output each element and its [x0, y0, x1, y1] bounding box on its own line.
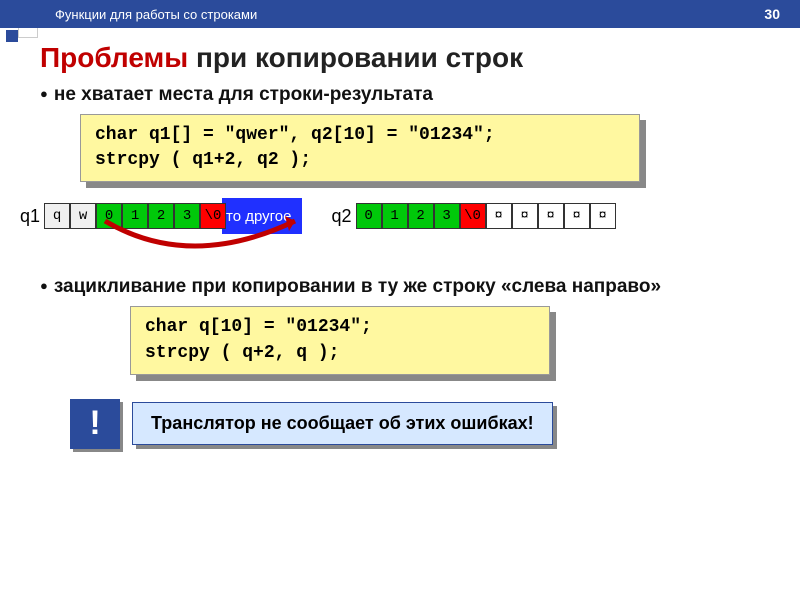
warning-badge: ! — [70, 399, 120, 449]
memory-cell: q — [44, 203, 70, 229]
code-text-1: char q1[] = "qwer", q2[10] = "01234"; st… — [80, 114, 640, 182]
memory-cell: \0 — [460, 203, 486, 229]
memory-cell: ¤ — [512, 203, 538, 229]
memory-diagram: q1 qw0123\0 то другое q2 0123\0¤¤¤¤¤ — [20, 196, 800, 236]
title-highlight: Проблемы — [40, 42, 188, 73]
warning-text: Транслятор не сообщает об этих ошибках! — [132, 402, 553, 445]
overflow-note: то другое — [222, 198, 301, 234]
memory-cell: 1 — [382, 203, 408, 229]
warning-row: ! Транслятор не сообщает об этих ошибках… — [70, 399, 800, 449]
bullet-2: зацикливание при копировании в ту же стр… — [40, 276, 680, 298]
memory-cell: ¤ — [564, 203, 590, 229]
memory-cell: 0 — [356, 203, 382, 229]
q2-array: 0123\0¤¤¤¤¤ — [356, 203, 616, 229]
memory-cell: ¤ — [486, 203, 512, 229]
slide-title: Проблемы при копировании строк — [40, 42, 800, 74]
memory-cell: 0 — [96, 203, 122, 229]
memory-cell: w — [70, 203, 96, 229]
page-number: 30 — [764, 6, 780, 22]
bullet-1: не хватает места для строки-результата — [40, 84, 800, 106]
code-text-2: char q[10] = "01234"; strcpy ( q+2, q ); — [130, 306, 550, 374]
code-block-2: char q[10] = "01234"; strcpy ( q+2, q ); — [130, 306, 550, 374]
q1-array: qw0123\0 — [44, 203, 226, 229]
memory-cell: 1 — [122, 203, 148, 229]
memory-cell: 3 — [434, 203, 460, 229]
memory-cell: ¤ — [538, 203, 564, 229]
memory-cell: 2 — [408, 203, 434, 229]
memory-cell: \0 — [200, 203, 226, 229]
memory-cell: ¤ — [590, 203, 616, 229]
memory-cell: 2 — [148, 203, 174, 229]
section-title: Функции для работы со строками — [55, 7, 257, 22]
q2-label: q2 — [332, 206, 352, 227]
header-bar: Функции для работы со строками 30 — [0, 0, 800, 28]
q1-label: q1 — [20, 206, 40, 227]
memory-cell: 3 — [174, 203, 200, 229]
code-block-1: char q1[] = "qwer", q2[10] = "01234"; st… — [80, 114, 640, 182]
title-rest: при копировании строк — [188, 42, 523, 73]
